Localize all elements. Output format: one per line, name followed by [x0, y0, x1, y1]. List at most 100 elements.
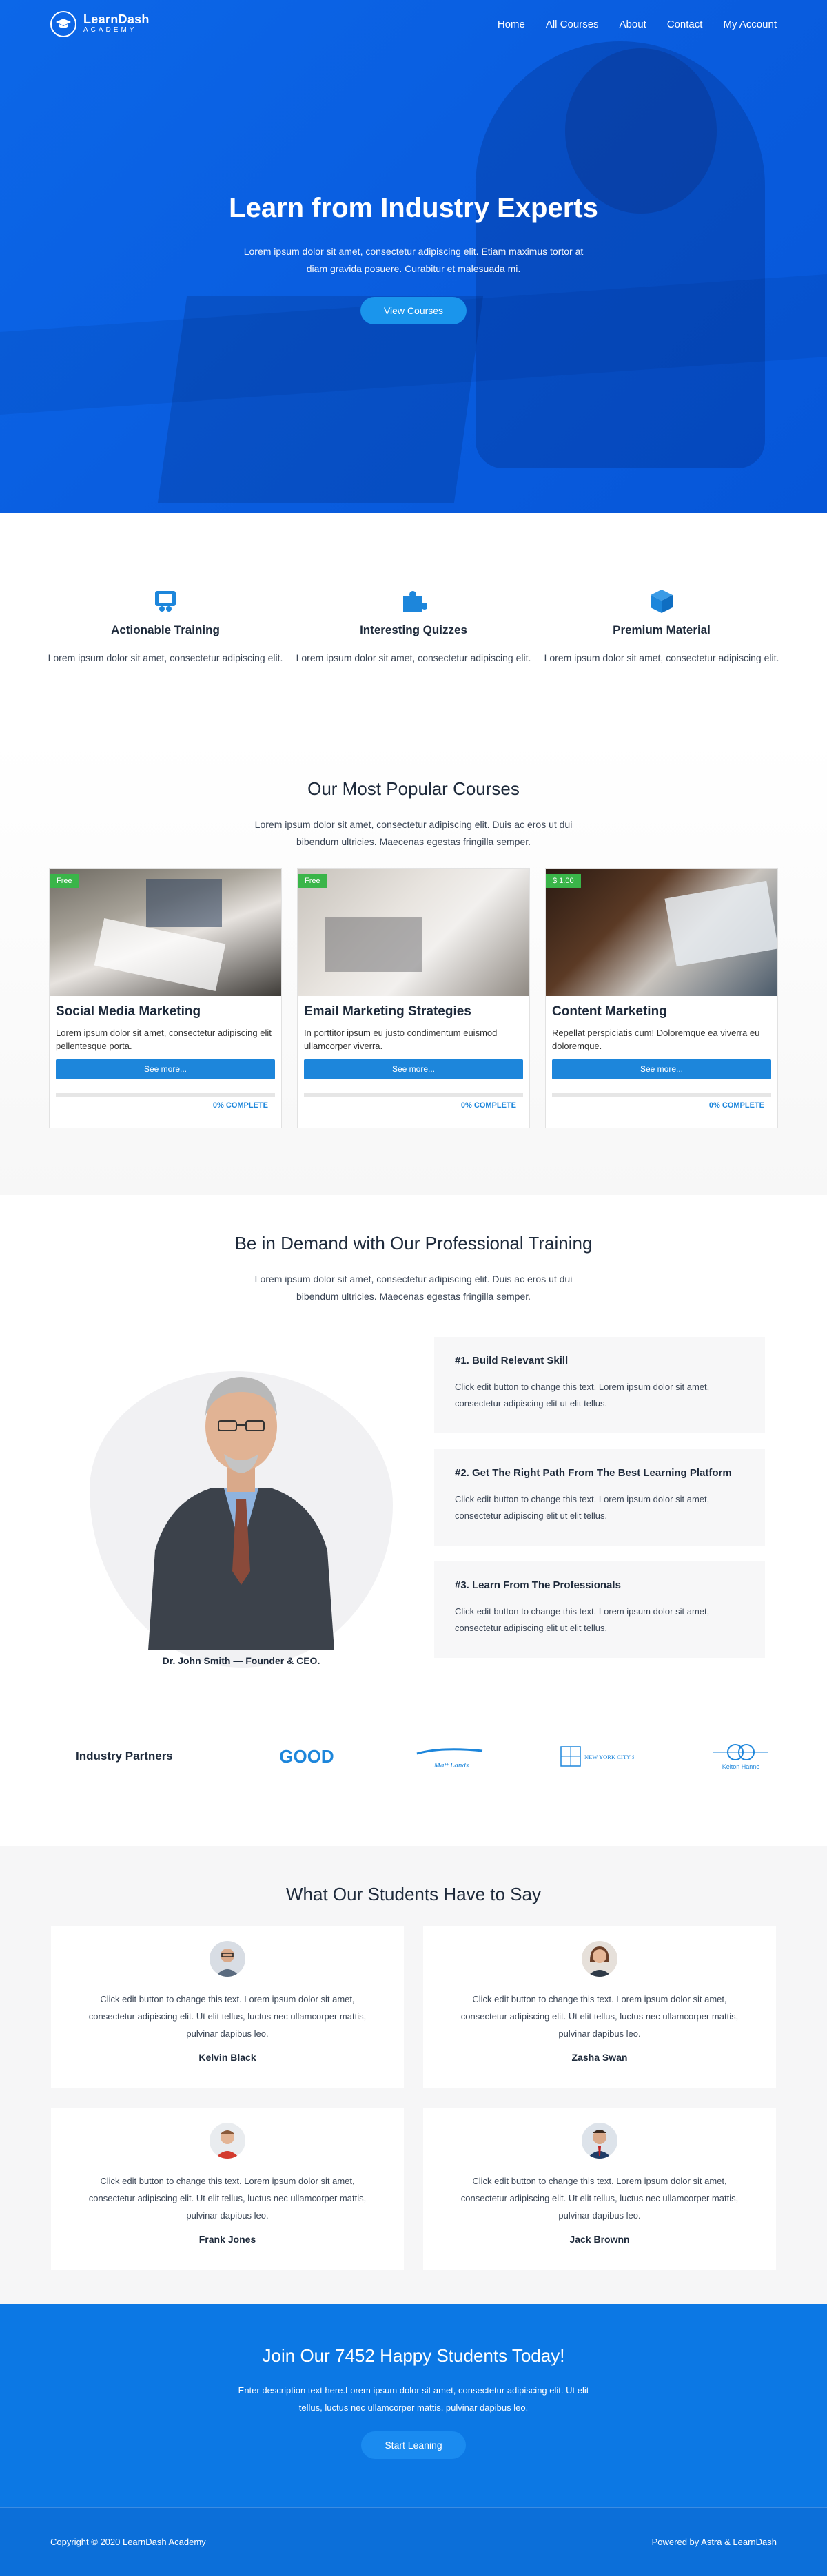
course-cards: Free Social Media Marketing Lorem ipsum …: [0, 868, 827, 1128]
hero-background-head: [565, 48, 717, 214]
see-more-button[interactable]: See more...: [552, 1059, 771, 1079]
training-title: Be in Demand with Our Professional Train…: [234, 1233, 593, 1254]
feature-title: Premium Material: [613, 623, 711, 636]
course-body: Content Marketing Repellat perspiciatis …: [546, 996, 777, 1110]
brand-logo[interactable]: LearnDash ACADEMY: [50, 11, 150, 37]
testimonial-name: Kelvin Black: [198, 2052, 256, 2063]
feature-title: Actionable Training: [111, 623, 220, 636]
testimonial-text: Click edit button to change this text. L…: [88, 2176, 367, 2221]
testimonial-card: Click edit button to change this text. L…: [423, 2108, 776, 2270]
partner-logo-matt-lands: Matt Lands: [379, 1741, 524, 1772]
course-title[interactable]: Email Marketing Strategies: [304, 1004, 523, 1019]
course-card[interactable]: Free Email Marketing Strategies In portt…: [297, 868, 530, 1128]
course-progress-bar: [552, 1093, 771, 1097]
avatar: [582, 1941, 617, 1977]
puzzle-icon: [289, 588, 538, 615]
course-description: Repellat perspiciatis cum! Doloremque ea…: [552, 1028, 760, 1051]
step-text: Click edit button to change this text. L…: [455, 1382, 710, 1409]
testimonial-name: Jack Brownn: [569, 2234, 630, 2245]
svg-text:NEW YORK CITY STYLE: NEW YORK CITY STYLE: [584, 1754, 634, 1760]
course-thumbnail[interactable]: Free: [50, 869, 281, 996]
feature-title: Interesting Quizzes: [360, 623, 467, 636]
see-more-button[interactable]: See more...: [304, 1059, 523, 1079]
courses-subtitle: Lorem ipsum dolor sit amet, consectetur …: [254, 819, 573, 847]
course-title[interactable]: Social Media Marketing: [56, 1004, 275, 1019]
feature-item: Interesting Quizzes Lorem ipsum dolor si…: [289, 588, 538, 737]
ceo-column: Dr. John Smith — Founder & CEO.: [62, 1330, 420, 1688]
nav-contact[interactable]: Contact: [667, 19, 703, 30]
hero-section: LearnDash ACADEMY Home All Courses About…: [0, 0, 827, 513]
step-text: Click edit button to change this text. L…: [455, 1606, 710, 1633]
top-navigation: LearnDash ACADEMY Home All Courses About…: [0, 0, 827, 48]
course-card[interactable]: Free Social Media Marketing Lorem ipsum …: [49, 868, 282, 1128]
testimonial-name: Zasha Swan: [571, 2052, 628, 2063]
testimonial-card: Click edit button to change this text. L…: [51, 1926, 404, 2088]
testimonials-section: What Our Students Have to Say Click edit…: [0, 1846, 827, 2304]
course-body: Social Media Marketing Lorem ipsum dolor…: [50, 996, 281, 1110]
testimonial-text: Click edit button to change this text. L…: [88, 1994, 367, 2039]
hero-background-laptop: [157, 296, 484, 503]
brand-subtitle: ACADEMY: [83, 26, 137, 34]
course-progress-bar: [304, 1093, 523, 1097]
thumbnail-laptop-screen: [146, 879, 222, 927]
see-more-button[interactable]: See more...: [56, 1059, 275, 1079]
feature-text: Lorem ipsum dolor sit amet, consectetur …: [296, 652, 531, 663]
training-step: #3. Learn From The Professionals Click e…: [434, 1561, 765, 1658]
cube-icon: [538, 588, 786, 615]
price-ribbon: $ 1.00: [546, 874, 581, 888]
ceo-caption: Dr. John Smith — Founder & CEO.: [162, 1655, 320, 1666]
footer-copyright: Copyright © 2020 LearnDash Academy: [50, 2537, 206, 2547]
step-title: #1. Build Relevant Skill: [455, 1355, 569, 1367]
price-ribbon: Free: [50, 874, 79, 888]
progress-label: 0% COMPLETE: [708, 1101, 764, 1110]
cta-text: Enter description text here.Lorem ipsum …: [238, 2385, 589, 2413]
thumbnail-laptop-screen: [325, 917, 422, 972]
courses-title: Our Most Popular Courses: [307, 778, 520, 799]
graduation-cap-icon: [50, 11, 76, 37]
hero-text: Lorem ipsum dolor sit amet, consectetur …: [243, 246, 584, 274]
feature-item: Premium Material Lorem ipsum dolor sit a…: [538, 588, 786, 737]
training-subtitle: Lorem ipsum dolor sit amet, consectetur …: [254, 1274, 573, 1302]
nav-my-account[interactable]: My Account: [723, 19, 777, 30]
popular-courses-section: Our Most Popular Courses Lorem ipsum dol…: [0, 737, 827, 1195]
testimonial-card: Click edit button to change this text. L…: [423, 1926, 776, 2088]
view-courses-button[interactable]: View Courses: [360, 297, 467, 324]
step-title: #3. Learn From The Professionals: [455, 1579, 621, 1591]
nav-home[interactable]: Home: [498, 19, 525, 30]
training-grid: Dr. John Smith — Founder & CEO. #1. Buil…: [0, 1330, 827, 1688]
avatar: [210, 1941, 245, 1977]
footer-powered-by[interactable]: Powered by Astra & LearnDash: [652, 2537, 777, 2547]
brand-text: LearnDash ACADEMY: [83, 13, 150, 35]
course-card[interactable]: $ 1.00 Content Marketing Repellat perspi…: [545, 868, 778, 1128]
nav-about[interactable]: About: [620, 19, 646, 30]
thumbnail-tablet-screen: [664, 880, 777, 967]
main-menu: Home All Courses About Contact My Accoun…: [498, 19, 777, 30]
avatar: [210, 2123, 245, 2159]
svg-text:Kelton Hanne: Kelton Hanne: [722, 1763, 760, 1770]
testimonial-text: Click edit button to change this text. L…: [460, 2176, 739, 2221]
step-text: Click edit button to change this text. L…: [455, 1494, 710, 1521]
testimonials-grid: Click edit button to change this text. L…: [0, 1926, 827, 2270]
training-board-icon: [41, 588, 289, 615]
ceo-portrait: [148, 1377, 334, 1650]
brand-name: LearnDash: [83, 12, 150, 26]
progress-label: 0% COMPLETE: [212, 1101, 268, 1110]
call-to-action-section: Join Our 7452 Happy Students Today! Ente…: [0, 2304, 827, 2507]
start-learning-button[interactable]: Start Leaning: [361, 2431, 466, 2459]
professional-training-section: Be in Demand with Our Professional Train…: [0, 1195, 827, 1705]
testimonial-name: Frank Jones: [198, 2234, 256, 2245]
testimonials-title: What Our Students Have to Say: [286, 1884, 541, 1904]
nav-all-courses[interactable]: All Courses: [546, 19, 599, 30]
partner-logo-nyc-style: NEW YORK CITY STYLE: [524, 1743, 668, 1770]
course-thumbnail[interactable]: Free: [298, 869, 529, 996]
course-title[interactable]: Content Marketing: [552, 1004, 771, 1019]
industry-partners-section: Industry Partners GOOD Matt Lands NEW YO…: [0, 1705, 827, 1846]
training-step: #1. Build Relevant Skill Click edit butt…: [434, 1337, 765, 1433]
avatar: [582, 2123, 617, 2159]
course-thumbnail[interactable]: $ 1.00: [546, 869, 777, 996]
hero-content: Learn from Industry Experts Lorem ipsum …: [0, 193, 827, 324]
hero-title: Learn from Industry Experts: [229, 193, 598, 223]
course-body: Email Marketing Strategies In porttitor …: [298, 996, 529, 1110]
feature-item: Actionable Training Lorem ipsum dolor si…: [41, 588, 289, 737]
thumbnail-paper: [94, 918, 226, 991]
